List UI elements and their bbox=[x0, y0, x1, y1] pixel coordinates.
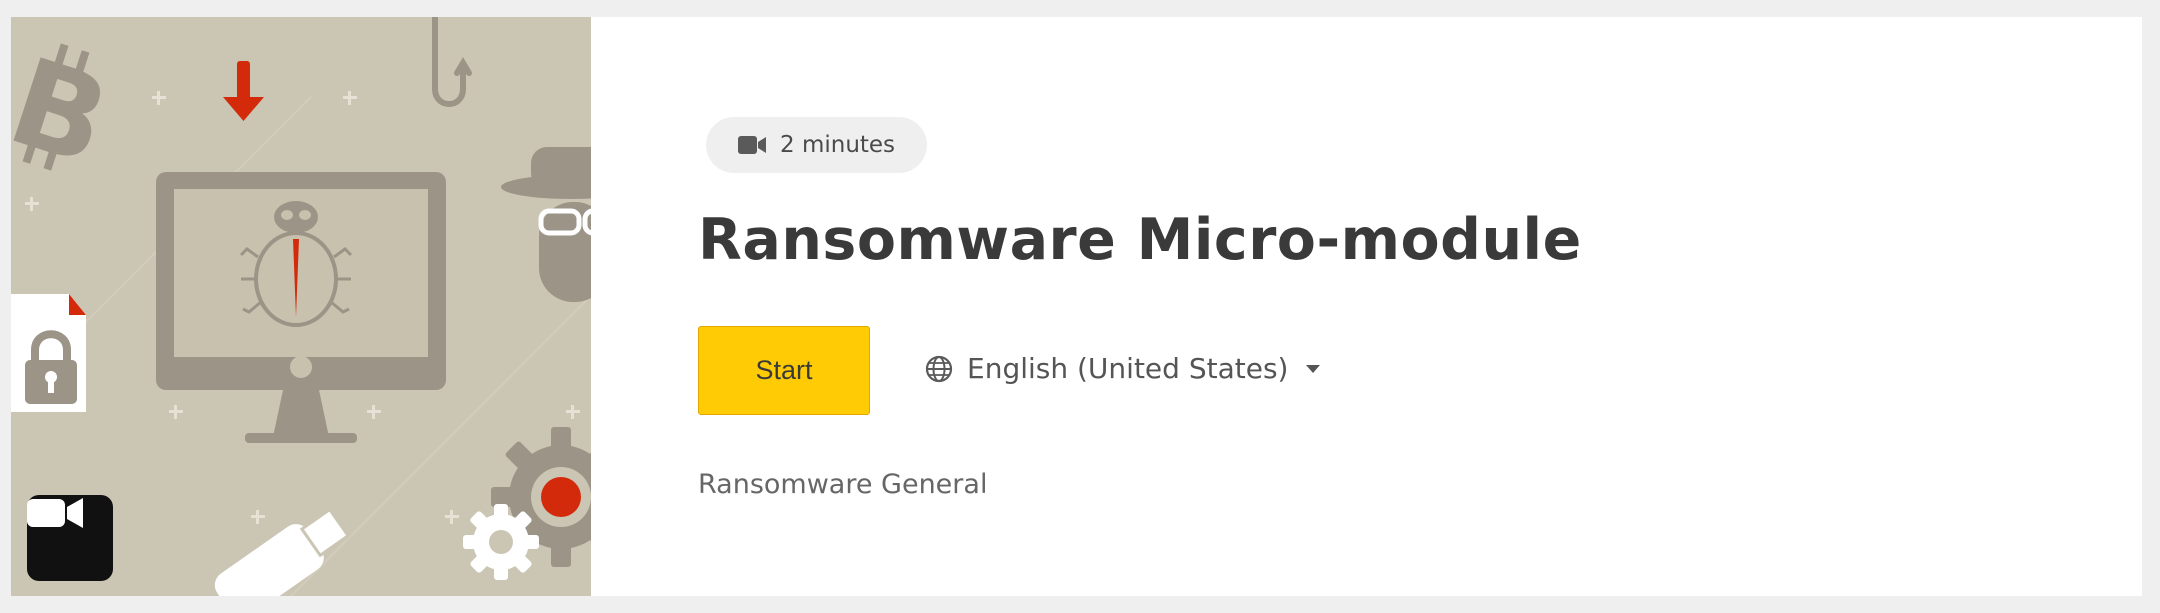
download-arrow-icon bbox=[223, 61, 264, 121]
course-card: B 2 minutes Ransomware Micro-module Star… bbox=[11, 17, 2142, 596]
course-title: Ransomware Micro-module bbox=[698, 207, 1582, 273]
course-category: Ransomware General bbox=[698, 469, 988, 500]
duration-badge: 2 minutes bbox=[706, 117, 928, 173]
video-camera-icon bbox=[738, 136, 766, 154]
gear-icon bbox=[463, 427, 591, 580]
hacker-icon bbox=[501, 147, 591, 302]
caret-down-icon bbox=[1306, 364, 1321, 373]
usb-drive-icon bbox=[214, 507, 351, 596]
course-thumbnail[interactable]: B bbox=[11, 17, 591, 596]
language-selector[interactable]: English (United States) bbox=[925, 352, 1321, 385]
fishing-hook-icon bbox=[432, 17, 472, 107]
video-badge bbox=[27, 495, 113, 581]
language-label: English (United States) bbox=[967, 352, 1289, 385]
bitcoin-icon: B bbox=[11, 33, 124, 193]
video-camera-icon bbox=[27, 498, 83, 528]
globe-icon bbox=[925, 355, 953, 382]
start-button[interactable]: Start bbox=[698, 326, 870, 415]
course-details: 2 minutes Ransomware Micro-module Start … bbox=[591, 17, 2142, 596]
locked-file-icon bbox=[11, 294, 86, 412]
duration-text: 2 minutes bbox=[780, 132, 896, 158]
svg-text:B: B bbox=[11, 33, 124, 193]
